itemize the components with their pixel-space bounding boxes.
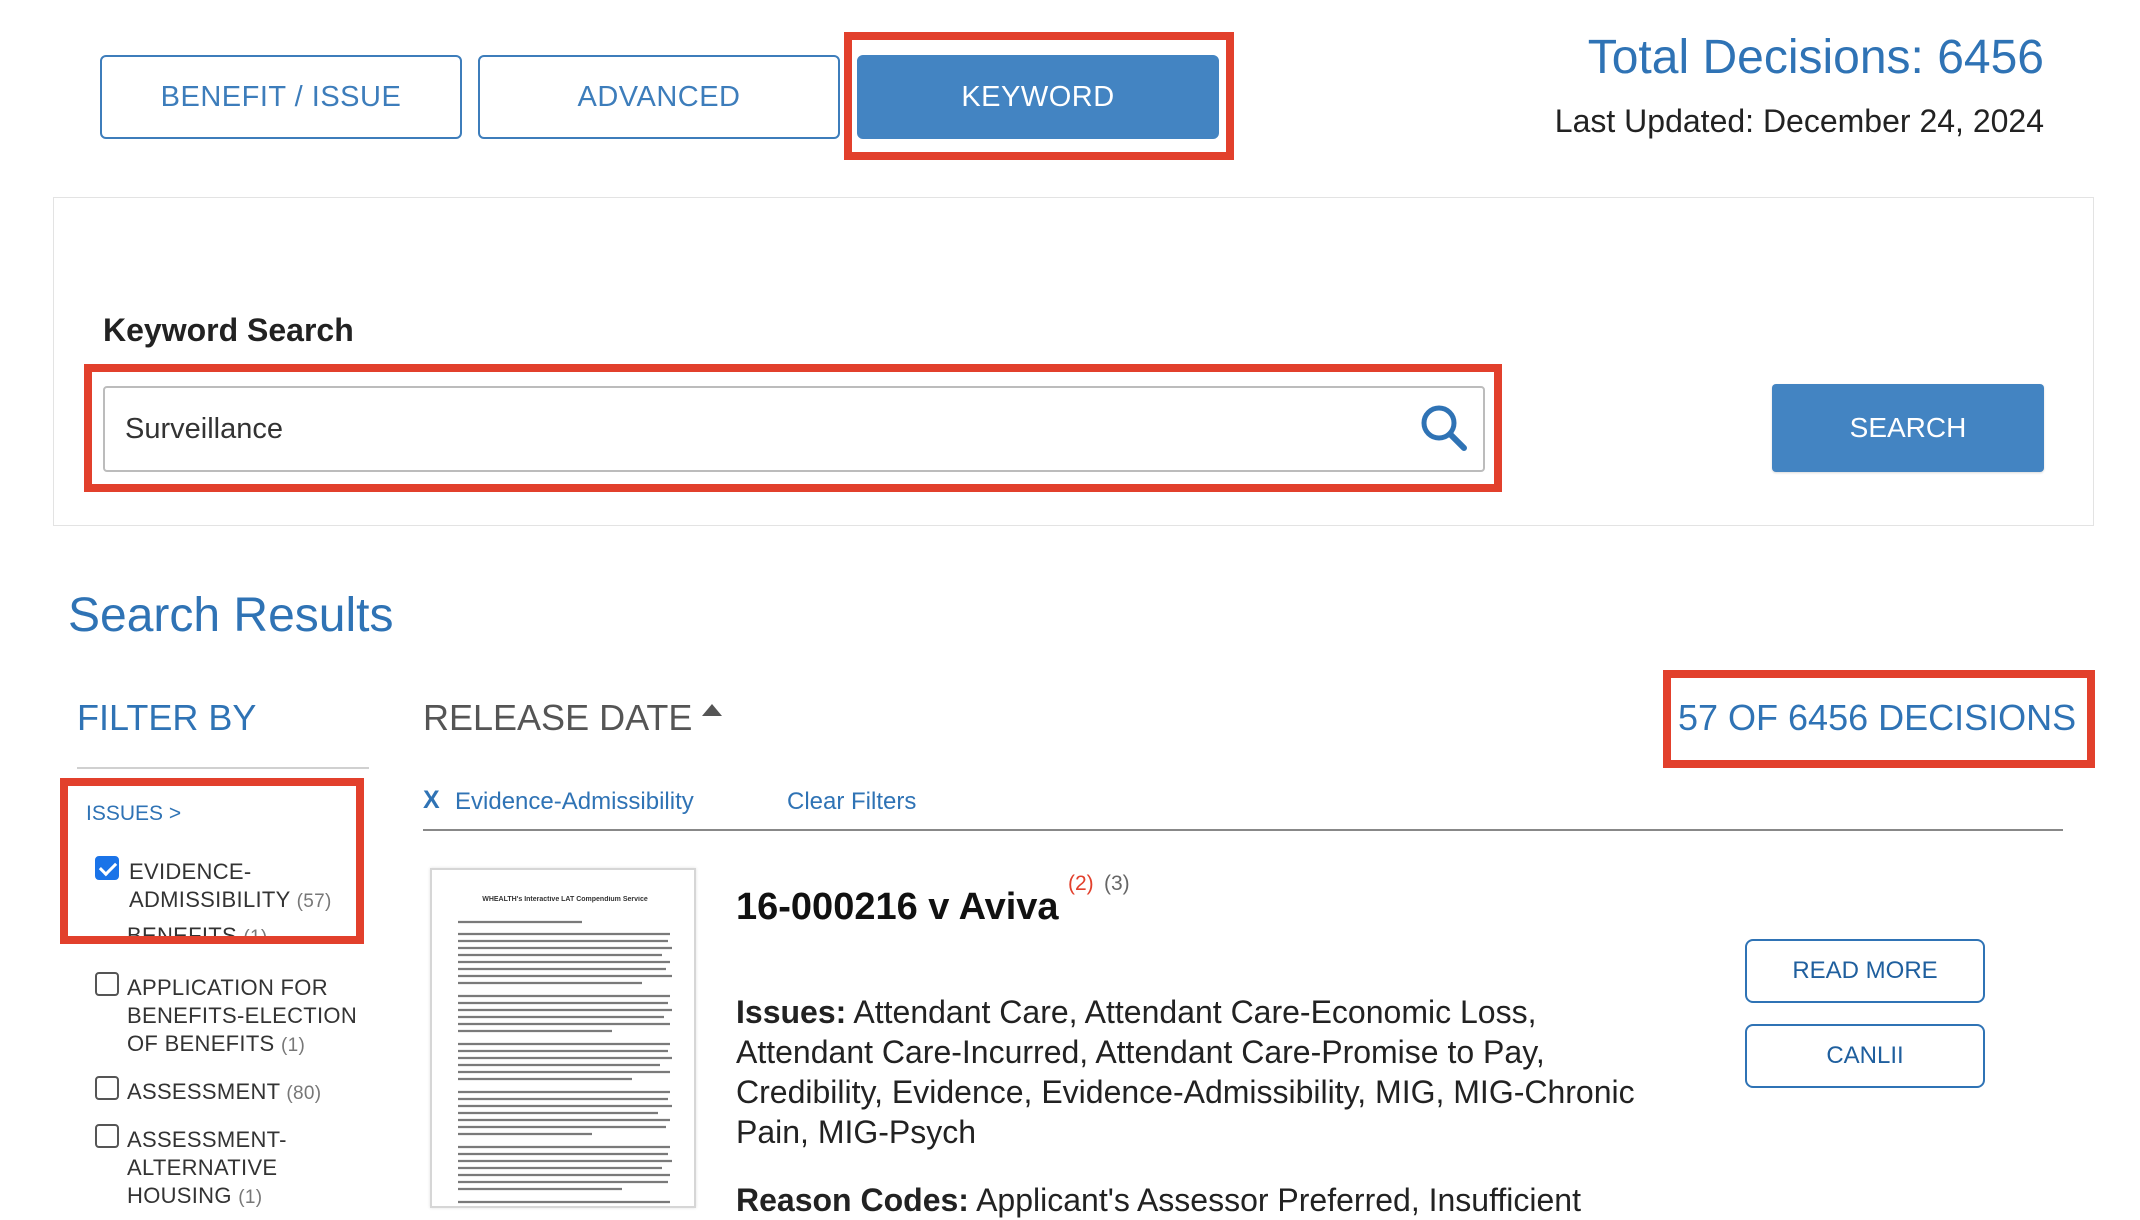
total-decisions: Total Decisions: 6456 bbox=[1587, 31, 2044, 84]
decision-title[interactable]: 16-000216 v Aviva bbox=[736, 886, 1059, 929]
keyword-search-input[interactable] bbox=[103, 386, 1485, 472]
sort-release-date[interactable]: RELEASE DATE bbox=[423, 697, 723, 739]
search-icon[interactable] bbox=[1418, 402, 1470, 454]
active-filter-label[interactable]: Evidence-Admissibility bbox=[455, 788, 694, 816]
tab-benefit-issue[interactable]: BENEFIT / ISSUE bbox=[100, 55, 462, 139]
decision-superscript-red: (2) bbox=[1068, 872, 1094, 895]
search-button[interactable]: SEARCH bbox=[1772, 384, 2044, 472]
remove-filter-icon[interactable]: X bbox=[423, 786, 440, 815]
filter-label-benefits-partial: BENEFITS (1) bbox=[127, 923, 268, 938]
filter-label-application-for-benefits: APPLICATION FOR BENEFITS-ELECTION OF BEN… bbox=[127, 975, 358, 1056]
filter-checkbox-application-for-benefits[interactable] bbox=[95, 972, 119, 996]
decision-reason-codes: Reason Codes: Applicant's Assessor Prefe… bbox=[736, 1182, 1581, 1218]
decision-thumbnail[interactable]: WHEALTH's Interactive LAT Compendium Ser… bbox=[430, 868, 696, 1208]
canlii-button[interactable]: CANLII bbox=[1745, 1024, 1985, 1088]
search-results-title: Search Results bbox=[68, 589, 394, 642]
search-panel bbox=[53, 197, 2094, 526]
tab-advanced[interactable]: ADVANCED bbox=[478, 55, 840, 139]
filter-label-evidence-admissibility: EVIDENCE- ADMISSIBILITY (57) bbox=[129, 859, 332, 912]
last-updated: Last Updated: December 24, 2024 bbox=[1554, 103, 2044, 139]
filter-label-assessment-alternative-housing: ASSESSMENT- ALTERNATIVE HOUSING (1) bbox=[127, 1127, 287, 1208]
decision-issues: Issues: Attendant Care, Attendant Care-E… bbox=[736, 994, 1635, 1150]
decision-superscript-grey: (3) bbox=[1104, 872, 1130, 895]
thumbnail-text-lines bbox=[458, 920, 672, 1204]
issues-link[interactable]: ISSUES > bbox=[86, 802, 181, 826]
thumbnail-header: WHEALTH's Interactive LAT Compendium Ser… bbox=[482, 896, 648, 903]
filter-checkbox-assessment[interactable] bbox=[95, 1076, 119, 1100]
clear-filters-link[interactable]: Clear Filters bbox=[787, 788, 916, 816]
results-divider bbox=[423, 829, 2063, 831]
keyword-search-label: Keyword Search bbox=[103, 312, 354, 348]
tab-keyword[interactable]: KEYWORD bbox=[857, 55, 1219, 139]
filter-checkbox-evidence-admissibility[interactable] bbox=[95, 856, 119, 880]
filter-checkbox-assessment-alternative-housing[interactable] bbox=[95, 1124, 119, 1148]
read-more-button[interactable]: READ MORE bbox=[1745, 939, 1985, 1003]
sort-ascending-icon bbox=[702, 704, 723, 716]
decisions-count: 57 OF 6456 DECISIONS bbox=[1678, 697, 2077, 738]
filter-by-heading: FILTER BY bbox=[77, 697, 257, 738]
filter-divider bbox=[77, 767, 369, 769]
filter-label-assessment: ASSESSMENT (80) bbox=[127, 1079, 322, 1104]
